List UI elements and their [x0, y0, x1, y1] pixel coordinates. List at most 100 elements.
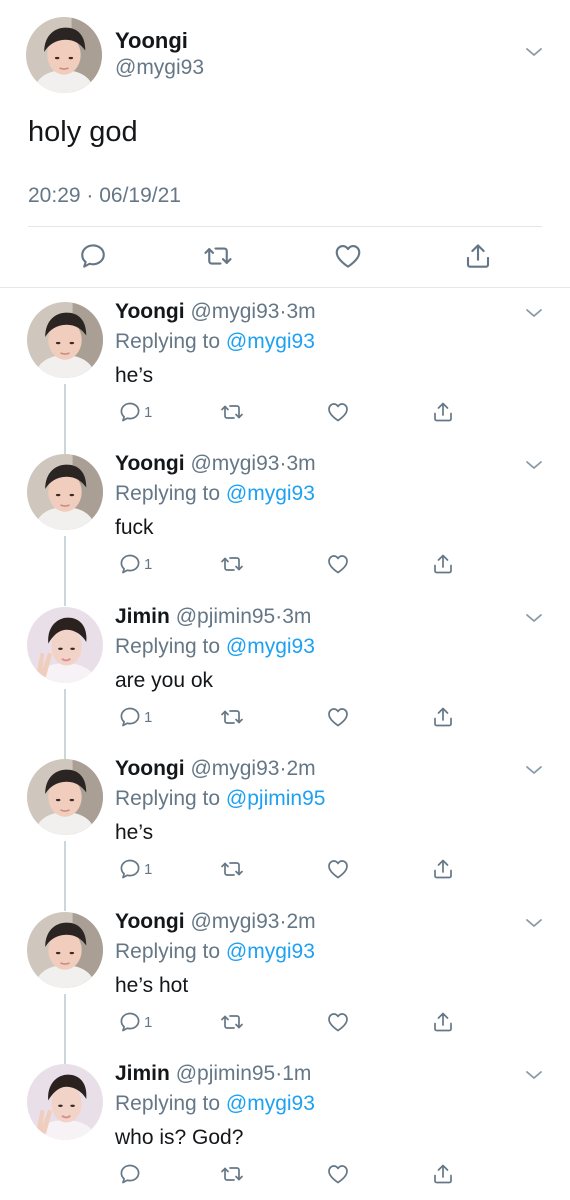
- retweet-icon[interactable]: [220, 552, 244, 576]
- share-icon[interactable]: [431, 857, 455, 881]
- reply-text: who is? God?: [115, 1126, 244, 1149]
- divider: [28, 226, 542, 227]
- replying-to-line: Replying to @mygi93: [115, 1092, 315, 1116]
- reply-count: 1: [144, 709, 153, 726]
- heart-icon[interactable]: [326, 857, 350, 881]
- avatar[interactable]: [27, 1064, 103, 1140]
- reply-count: 1: [144, 404, 153, 421]
- chevron-down-icon[interactable]: [524, 916, 544, 930]
- replying-to-link[interactable]: @mygi93: [226, 330, 315, 353]
- thread-line: [64, 841, 66, 911]
- yoongi-avatar-image: [27, 302, 103, 378]
- chevron-down-icon[interactable]: [524, 458, 544, 472]
- reply-time[interactable]: 3m: [286, 452, 315, 475]
- heart-icon[interactable]: [326, 705, 350, 729]
- author-name[interactable]: Jimin: [115, 605, 170, 628]
- reply-text: fuck: [115, 516, 154, 539]
- replying-to-line: Replying to @mygi93: [115, 635, 315, 659]
- heart-icon[interactable]: [333, 241, 363, 271]
- author-name[interactable]: Yoongi: [115, 452, 185, 475]
- retweet-icon[interactable]: [203, 241, 233, 271]
- avatar[interactable]: [26, 17, 102, 93]
- reply-icon[interactable]: [118, 552, 142, 576]
- replying-to-label: Replying to: [115, 482, 221, 505]
- reply-icon[interactable]: [78, 241, 108, 271]
- replying-to-line: Replying to @mygi93: [115, 330, 315, 354]
- author-handle[interactable]: @mygi93: [190, 300, 279, 323]
- share-icon[interactable]: [431, 705, 455, 729]
- author-handle[interactable]: @mygi93: [115, 56, 204, 80]
- chevron-down-icon[interactable]: [524, 45, 544, 59]
- share-icon[interactable]: [431, 552, 455, 576]
- reply-icon[interactable]: [118, 705, 142, 729]
- chevron-down-icon[interactable]: [524, 763, 544, 777]
- reply-count: 1: [144, 556, 153, 573]
- chevron-down-icon[interactable]: [524, 1068, 544, 1082]
- avatar[interactable]: [27, 607, 103, 683]
- reply-time[interactable]: 2m: [286, 757, 315, 780]
- reply-icon[interactable]: [118, 857, 142, 881]
- heart-icon[interactable]: [326, 1010, 350, 1034]
- thread-line: [64, 689, 66, 759]
- author-name[interactable]: Jimin: [115, 1062, 170, 1085]
- heart-icon[interactable]: [326, 400, 350, 424]
- replying-to-link[interactable]: @mygi93: [226, 635, 315, 658]
- yoongi-avatar-image: [27, 454, 103, 530]
- avatar[interactable]: [27, 912, 103, 988]
- replying-to-label: Replying to: [115, 1092, 221, 1115]
- thread-line: [64, 384, 66, 454]
- chevron-down-icon[interactable]: [524, 306, 544, 320]
- share-icon[interactable]: [463, 241, 493, 271]
- author-name[interactable]: Yoongi: [115, 300, 185, 323]
- replying-to-label: Replying to: [115, 330, 221, 353]
- retweet-icon[interactable]: [220, 705, 244, 729]
- yoongi-avatar-image: [26, 17, 102, 93]
- replying-to-link[interactable]: @mygi93: [226, 1092, 315, 1115]
- reply-header: Yoongi @mygi93·3m: [115, 300, 316, 324]
- avatar[interactable]: [27, 302, 103, 378]
- share-icon[interactable]: [431, 400, 455, 424]
- replying-to-line: Replying to @mygi93: [115, 482, 315, 506]
- author-handle[interactable]: @pjimin95: [176, 1062, 276, 1085]
- yoongi-avatar-image: [27, 912, 103, 988]
- chevron-down-icon[interactable]: [524, 611, 544, 625]
- replying-to-label: Replying to: [115, 787, 221, 810]
- jimin-avatar-image: [27, 607, 103, 683]
- reply-time[interactable]: 3m: [282, 605, 311, 628]
- share-icon[interactable]: [431, 1162, 455, 1186]
- heart-icon[interactable]: [326, 552, 350, 576]
- replying-to-line: Replying to @pjimin95: [115, 787, 325, 811]
- replying-to-line: Replying to @mygi93: [115, 940, 315, 964]
- retweet-icon[interactable]: [220, 1162, 244, 1186]
- retweet-icon[interactable]: [220, 857, 244, 881]
- author-handle[interactable]: @pjimin95: [176, 605, 276, 628]
- reply-icon[interactable]: [118, 400, 142, 424]
- avatar[interactable]: [27, 454, 103, 530]
- retweet-icon[interactable]: [220, 1010, 244, 1034]
- author-handle[interactable]: @mygi93: [190, 910, 279, 933]
- thread-line: [64, 994, 66, 1064]
- replying-to-label: Replying to: [115, 940, 221, 963]
- replying-to-link[interactable]: @pjimin95: [226, 787, 326, 810]
- author-name[interactable]: Yoongi: [115, 28, 188, 54]
- author-handle[interactable]: @mygi93: [190, 452, 279, 475]
- author-name[interactable]: Yoongi: [115, 757, 185, 780]
- reply-count: 1: [144, 1014, 153, 1031]
- reply-time[interactable]: 2m: [286, 910, 315, 933]
- replying-to-label: Replying to: [115, 635, 221, 658]
- reply-icon[interactable]: [118, 1162, 142, 1186]
- reply-header: Yoongi @mygi93·2m: [115, 910, 316, 934]
- reply-time[interactable]: 1m: [282, 1062, 311, 1085]
- author-name[interactable]: Yoongi: [115, 910, 185, 933]
- heart-icon[interactable]: [326, 1162, 350, 1186]
- tweet-timestamp[interactable]: 20:29 · 06/19/21: [28, 184, 181, 208]
- retweet-icon[interactable]: [220, 400, 244, 424]
- reply-time[interactable]: 3m: [286, 300, 315, 323]
- reply-icon[interactable]: [118, 1010, 142, 1034]
- replying-to-link[interactable]: @mygi93: [226, 940, 315, 963]
- share-icon[interactable]: [431, 1010, 455, 1034]
- author-handle[interactable]: @mygi93: [190, 757, 279, 780]
- avatar[interactable]: [27, 759, 103, 835]
- tweet-text: holy god: [28, 116, 138, 148]
- replying-to-link[interactable]: @mygi93: [226, 482, 315, 505]
